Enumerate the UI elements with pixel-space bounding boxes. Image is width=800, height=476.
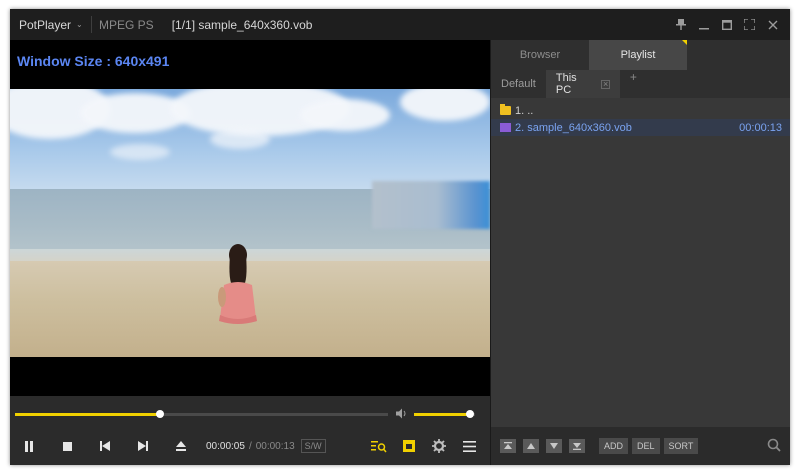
volume-fill [414,413,471,416]
close-icon[interactable] [761,9,784,40]
next-button[interactable] [124,427,162,465]
add-tab-button[interactable]: + [620,70,647,98]
seek-row [10,406,490,424]
potplayer-window: PotPlayer ⌄ MPEG PS [1/1] sample_640x360… [10,9,790,465]
eject-icon [176,441,186,451]
pin-icon[interactable] [669,9,692,40]
subtab-default[interactable]: Default [491,70,546,98]
right-controls [364,427,484,465]
seek-bar[interactable] [15,410,388,418]
list-item-label: 1. .. [515,104,534,117]
subtab-this-pc-label: This PC [555,72,577,96]
chevron-down-icon: ⌄ [76,20,83,29]
chapter-search-button[interactable] [364,427,394,465]
maximize-icon[interactable] [715,9,738,40]
volume-thumb[interactable] [466,410,475,418]
osd-window-size: Window Size : 640x491 [17,53,170,69]
gear-icon [432,439,446,453]
stop-button[interactable] [48,427,86,465]
playlist-panel: Browser Playlist Default This PC × + 1. … [490,40,790,465]
video-area[interactable]: Window Size : 640x491 [10,40,490,396]
move-bottom-icon [573,443,581,450]
playlist-icon [403,440,415,452]
cloud [210,129,270,149]
title-bar: PotPlayer ⌄ MPEG PS [1/1] sample_640x360… [10,9,790,40]
volume-icon[interactable] [396,408,408,422]
list-item-playing[interactable]: 2. sample_640x360.vob 00:00:13 [491,119,790,136]
delete-button[interactable]: DEL [632,438,660,454]
blurred-overlay [372,181,490,229]
current-time: 00:00:05 [206,440,245,452]
add-button[interactable]: ADD [599,438,629,454]
pause-icon [25,440,33,452]
time-separator: / [248,440,252,452]
tab-browser[interactable]: Browser [491,40,589,70]
app-name: PotPlayer [19,17,72,32]
format-label: MPEG PS [99,17,154,32]
hamburger-menu-icon [462,440,476,452]
total-time: 00:00:13 [255,440,295,452]
seek-fill [15,413,161,416]
main-menu-button[interactable] [454,427,484,465]
search-icon[interactable] [767,438,781,455]
playlist-toggle-button[interactable] [394,427,424,465]
app-menu-button[interactable]: PotPlayer ⌄ [10,9,91,40]
skip-previous-icon [100,441,110,451]
move-bottom-button[interactable] [569,439,585,453]
list-search-icon [371,440,387,452]
cloud [300,99,390,131]
previous-button[interactable] [86,427,124,465]
list-item[interactable]: 1. .. [491,102,790,119]
sw-decoder-badge[interactable]: S/W [300,439,326,453]
cloud [110,144,170,160]
arrow-up-icon [527,443,535,449]
playlist-list: 1. .. 2. sample_640x360.vob 00:00:13 [491,102,790,136]
close-tab-icon[interactable]: × [601,79,610,89]
settings-button[interactable] [424,427,454,465]
playlist-sub-tabs: Default This PC × + [491,70,790,98]
tab-playlist[interactable]: Playlist [589,40,687,70]
minimize-icon[interactable] [692,9,715,40]
file-title: [1/1] sample_640x360.vob [171,17,313,32]
move-up-button[interactable] [523,439,539,453]
fullscreen-icon[interactable] [738,9,761,40]
sort-button[interactable]: SORT [663,438,699,454]
pause-button[interactable] [10,427,48,465]
folder-icon [500,104,511,115]
subtab-this-pc[interactable]: This PC × [545,70,620,98]
video-file-icon [500,123,511,132]
move-top-button[interactable] [500,439,516,453]
person-figure [218,244,257,324]
eject-button[interactable] [162,427,200,465]
list-item-label: 2. sample_640x360.vob [515,121,632,134]
seek-thumb[interactable] [156,410,165,418]
move-down-button[interactable] [546,439,562,453]
panel-tabs: Browser Playlist [491,40,790,70]
list-item-duration: 00:00:13 [739,121,782,134]
window-controls [669,9,790,40]
playlist-toolbar: ADD DEL SORT [491,427,790,465]
video-frame [10,89,490,357]
move-top-icon [504,442,512,449]
skip-next-icon [138,441,148,451]
volume-slider[interactable] [414,410,475,418]
control-bar: 00:00:05 / 00:00:13 S/W [10,427,490,465]
stop-icon [62,441,72,451]
arrow-down-icon [550,443,558,449]
